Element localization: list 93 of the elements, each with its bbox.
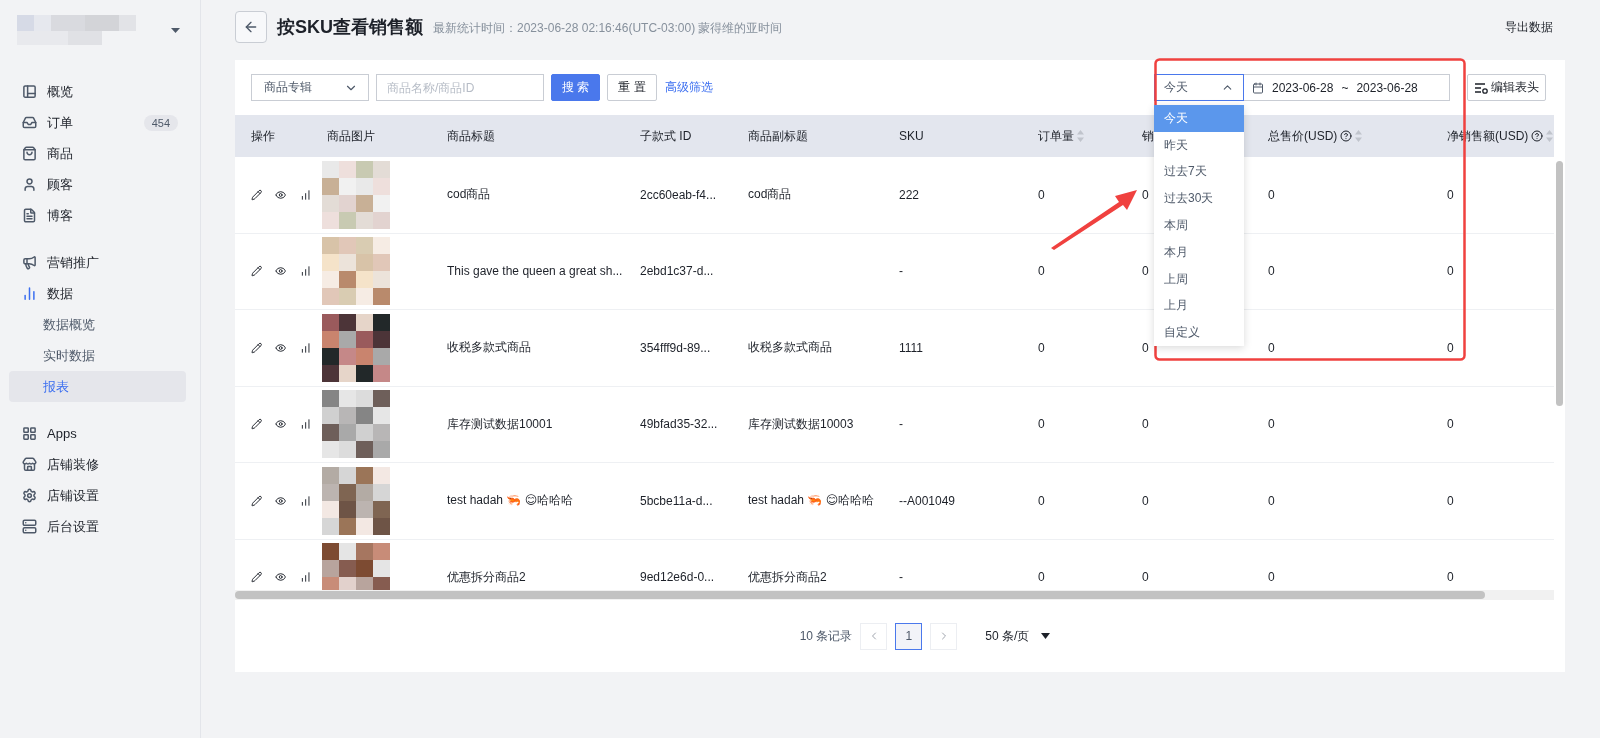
table-cell: 2cc60eab-f4... — [640, 187, 717, 202]
sidebar-item[interactable]: 营销推广 — [9, 247, 186, 278]
table-cell: 0 — [1038, 417, 1045, 432]
table-cell: - — [899, 417, 903, 432]
column-header: 订单量 — [1038, 127, 1074, 145]
range-option[interactable]: 上周 — [1154, 265, 1244, 293]
table-cell: 1111 — [899, 340, 924, 355]
table-cell: 库存测试数据10001 — [447, 415, 553, 433]
range-option[interactable]: 过去30天 — [1154, 185, 1244, 213]
column-header: 操作 — [251, 127, 275, 145]
sidebar-item[interactable]: 博客 — [9, 200, 186, 231]
table-cell: - — [899, 570, 903, 585]
search-field[interactable]: 商品名称/商品ID — [376, 74, 544, 101]
column-header: 销 — [1142, 127, 1154, 145]
column-header: 子款式 ID — [640, 127, 692, 145]
export-link[interactable]: 导出数据 — [1505, 18, 1553, 36]
advanced-filter-link[interactable]: 高级筛选 — [664, 79, 713, 96]
sidebar-item[interactable]: 订单 454 — [9, 107, 186, 138]
table-cell: 0 — [1268, 264, 1275, 279]
table-cell: 49bfad35-32... — [640, 417, 718, 432]
sidebar-item[interactable]: 顾客 — [9, 169, 186, 200]
sidebar-item[interactable]: 数据 — [9, 278, 186, 309]
table-cell: 9ed12e6d-0... — [640, 570, 715, 585]
table-cell: 0 — [1447, 417, 1454, 432]
column-header: 总售价(USD) — [1268, 127, 1338, 145]
count-badge: 454 — [143, 114, 178, 131]
table-cell: cod商品 — [748, 186, 792, 204]
table-cell: 2ebd1c37-d... — [640, 264, 714, 279]
table-cell: 0 — [1142, 417, 1149, 432]
table-cell: 0 — [1268, 340, 1275, 355]
table-cell: 收税多款式商品 — [748, 339, 832, 357]
table-cell: 0 — [1142, 187, 1149, 202]
table-cell: 0 — [1447, 264, 1454, 279]
table-cell: 222 — [899, 187, 920, 202]
range-option[interactable]: 自定义 — [1154, 319, 1244, 347]
table-cell: --A001049 — [899, 493, 956, 508]
table-cell: 0 — [1268, 570, 1275, 585]
table-cell: 0 — [1447, 340, 1454, 355]
table-cell: 库存测试数据10003 — [748, 415, 854, 433]
sidebar-item[interactable]: 后台设置 — [9, 511, 186, 542]
record-count: 10 条记录 — [799, 627, 853, 645]
column-header: 商品标题 — [447, 127, 495, 145]
range-select[interactable]: 今天 — [1154, 74, 1244, 101]
edit-columns-button[interactable]: 编辑表头 — [1467, 74, 1546, 101]
table-cell: test hadah 🦐 😊哈哈哈 — [447, 492, 574, 510]
page-title: 按SKU查看销售额 — [277, 16, 423, 39]
table-cell: 0 — [1038, 570, 1045, 585]
table-cell: 优惠拆分商品2 — [447, 568, 526, 586]
table-cell: 优惠拆分商品2 — [748, 568, 827, 586]
table-cell: 0 — [1038, 187, 1045, 202]
sidebar-item[interactable]: 概览 — [9, 76, 186, 107]
table-cell: 0 — [1142, 493, 1149, 508]
range-option[interactable]: 昨天 — [1154, 131, 1244, 159]
search-button[interactable]: 搜 索 — [551, 74, 601, 101]
table-cell: 0 — [1447, 187, 1454, 202]
table-cell: 5bcbe11a-d... — [640, 493, 713, 508]
sidebar-item[interactable]: 商品 — [9, 138, 186, 169]
column-header: SKU — [899, 129, 924, 143]
table-cell: 0 — [1447, 570, 1454, 585]
table-cell: 354fff9d-89... — [640, 340, 711, 355]
column-header: 商品副标题 — [748, 127, 808, 145]
page-size-select[interactable]: 50 条/页 — [985, 627, 1051, 645]
table-cell: 0 — [1142, 570, 1149, 585]
table-cell: 收税多款式商品 — [447, 339, 531, 357]
table-cell: 0 — [1038, 264, 1045, 279]
table-cell: 0 — [1038, 340, 1045, 355]
table-cell: This gave the queen a great sh... — [447, 264, 623, 279]
range-option[interactable]: 上月 — [1154, 292, 1244, 320]
sidebar-subitem[interactable]: 数据概览 — [9, 309, 186, 340]
column-header: 商品图片 — [327, 127, 375, 145]
table-cell: 0 — [1447, 493, 1454, 508]
sidebar-subitem[interactable]: 报表 — [9, 371, 186, 402]
sidebar-item[interactable]: 店铺设置 — [9, 480, 186, 511]
date-range-field[interactable]: 2023-06-28 ~ 2023-06-28 — [1244, 74, 1450, 101]
table-cell: cod商品 — [447, 186, 491, 204]
table-cell: - — [899, 264, 903, 279]
table-cell: test hadah 🦐 😊哈哈哈 — [748, 492, 875, 510]
table-cell: 0 — [1268, 187, 1275, 202]
range-option[interactable]: 本月 — [1154, 239, 1244, 266]
table-cell: 0 — [1142, 264, 1149, 279]
page-button[interactable]: 1 — [895, 622, 923, 650]
update-time: 最新统计时间：2023-06-28 02:16:46(UTC-03:00) 蒙得维的亚时间 — [433, 19, 784, 37]
sidebar-item[interactable]: Apps — [9, 418, 186, 449]
category-select[interactable]: 商品专辑 — [251, 74, 369, 101]
table-cell: 0 — [1142, 340, 1149, 355]
table-cell: 0 — [1268, 417, 1275, 432]
sidebar-item[interactable]: 店铺装修 — [9, 449, 186, 480]
range-option[interactable]: 过去7天 — [1154, 158, 1244, 186]
range-option[interactable]: 本周 — [1154, 212, 1244, 239]
reset-button[interactable]: 重 置 — [607, 74, 657, 101]
table-cell: 0 — [1268, 493, 1275, 508]
sidebar-subitem[interactable]: 实时数据 — [9, 340, 186, 371]
table-cell: 0 — [1038, 493, 1045, 508]
